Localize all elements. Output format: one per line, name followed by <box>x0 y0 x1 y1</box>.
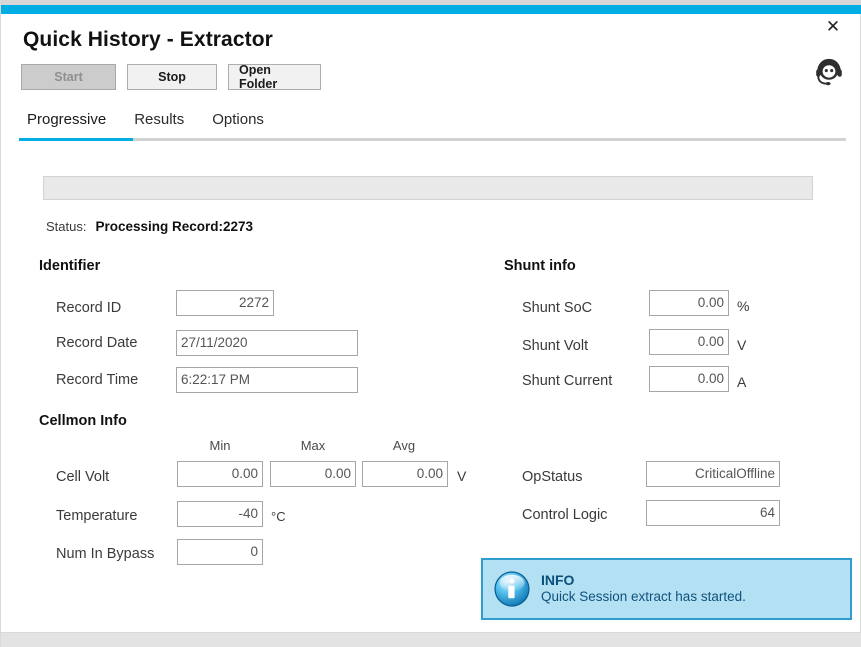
cellmon-col-min: Min <box>209 438 231 453</box>
tab-underline-track <box>19 138 846 141</box>
cellmon-col-avg: Avg <box>392 438 416 453</box>
tab-progressive[interactable]: Progressive <box>19 108 120 134</box>
window-title: Quick History - Extractor <box>23 28 273 51</box>
record-id-input[interactable]: 2272 <box>176 290 274 316</box>
accent-bar <box>1 5 861 14</box>
info-banner-text: INFO Quick Session extract has started. <box>541 572 746 606</box>
op-status-input[interactable]: CriticalOffline <box>646 461 780 487</box>
cell-volt-avg-input[interactable]: 0.00 <box>362 461 448 487</box>
temperature-unit: °C <box>271 509 286 524</box>
shunt-current-unit: A <box>737 374 747 390</box>
tab-results[interactable]: Results <box>120 108 198 134</box>
cell-volt-max-input[interactable]: 0.00 <box>270 461 356 487</box>
control-logic-label: Control Logic <box>522 507 608 523</box>
info-banner-message: Quick Session extract has started. <box>541 589 746 605</box>
shunt-current-label: Shunt Current <box>522 373 613 389</box>
tabstrip: Progressive Results Options <box>1 108 861 144</box>
bottom-status-bar <box>1 633 861 647</box>
temperature-input[interactable]: -40 <box>177 501 263 527</box>
cell-volt-label: Cell Volt <box>56 469 110 485</box>
record-date-label: Record Date <box>56 335 138 351</box>
num-in-bypass-input[interactable]: 0 <box>177 539 263 565</box>
temperature-label: Temperature <box>56 508 138 524</box>
headset-support-icon[interactable] <box>811 56 847 92</box>
record-time-label: Record Time <box>56 372 139 388</box>
open-folder-button[interactable]: Open Folder <box>228 63 321 91</box>
identifier-section-heading: Identifier <box>39 258 101 274</box>
tab-options[interactable]: Options <box>198 108 278 134</box>
status-line: Status: Processing Record:2273 <box>46 219 253 234</box>
record-time-input[interactable]: 6:22:17 PM <box>176 367 358 393</box>
shunt-volt-unit: V <box>737 337 747 353</box>
record-date-input[interactable]: 27/11/2020 <box>176 330 358 356</box>
info-circle-icon <box>483 570 541 608</box>
shunt-soc-label: Shunt SoC <box>522 300 593 316</box>
stop-button[interactable]: Stop <box>127 64 217 90</box>
cell-volt-unit: V <box>457 468 467 484</box>
num-in-bypass-label: Num In Bypass <box>56 546 155 562</box>
application-window: ✕ Quick History - Extractor Start Stop O… <box>0 0 861 647</box>
shunt-section-heading: Shunt info <box>504 258 576 274</box>
shunt-volt-label: Shunt Volt <box>522 338 589 354</box>
shunt-soc-input[interactable]: 0.00 <box>649 290 729 316</box>
info-banner: INFO Quick Session extract has started. <box>481 558 852 620</box>
close-icon[interactable]: ✕ <box>820 14 846 38</box>
shunt-current-input[interactable]: 0.00 <box>649 366 729 392</box>
toolbar: Start Stop Open Folder <box>21 63 321 91</box>
info-banner-title: INFO <box>541 572 575 589</box>
cellmon-section-heading: Cellmon Info <box>39 413 127 429</box>
control-logic-input[interactable]: 64 <box>646 500 780 526</box>
shunt-soc-unit: % <box>737 298 750 314</box>
cellmon-col-max: Max <box>300 438 326 453</box>
status-label: Status: <box>46 219 87 234</box>
start-button[interactable]: Start <box>21 64 116 90</box>
op-status-label: OpStatus <box>522 469 583 485</box>
extraction-progress-bar <box>43 176 813 200</box>
cell-volt-min-input[interactable]: 0.00 <box>177 461 263 487</box>
record-id-label: Record ID <box>56 300 122 316</box>
status-value: Processing Record:2273 <box>95 219 254 234</box>
tab-underline-active <box>19 138 133 141</box>
shunt-volt-input[interactable]: 0.00 <box>649 329 729 355</box>
